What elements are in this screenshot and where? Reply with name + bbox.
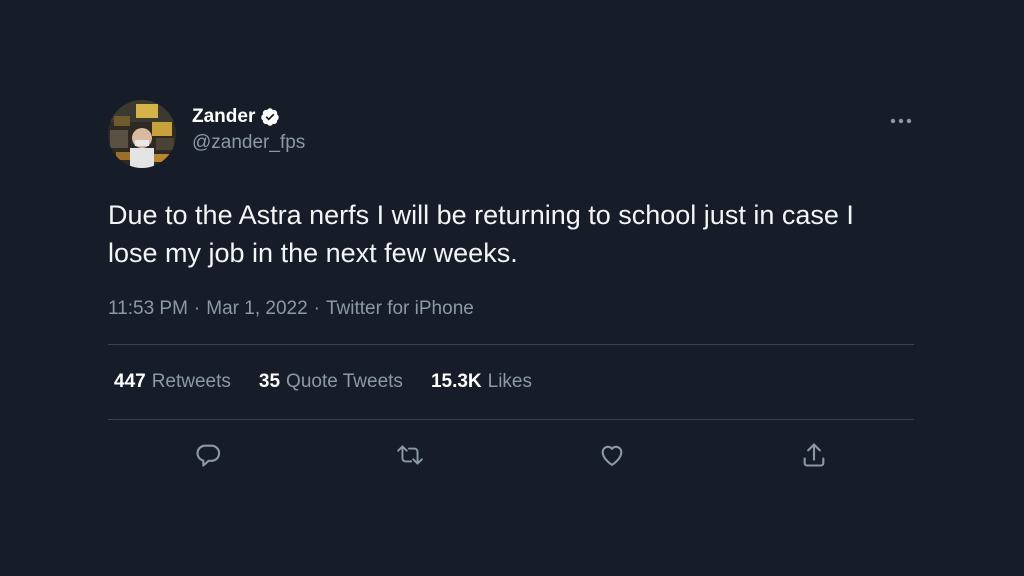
reply-button[interactable] bbox=[194, 441, 222, 469]
like-icon bbox=[601, 445, 623, 466]
display-name-row: Zander bbox=[192, 106, 305, 128]
tweet-stats: 447 Retweets 35 Quote Tweets 15.3K Likes bbox=[108, 345, 914, 419]
author-names: Zander @zander_fps bbox=[192, 106, 305, 154]
author-handle[interactable]: @zander_fps bbox=[192, 132, 305, 154]
retweets-count: 447 bbox=[114, 371, 146, 392]
tweet-header: Zander @zander_fps bbox=[108, 100, 914, 168]
like-button[interactable] bbox=[598, 441, 626, 469]
share-button[interactable] bbox=[800, 441, 828, 469]
quotes-label: Quote Tweets bbox=[286, 371, 403, 392]
display-name[interactable]: Zander bbox=[192, 106, 255, 128]
reply-icon bbox=[196, 444, 221, 467]
tweet-time[interactable]: 11:53 PM bbox=[108, 298, 188, 320]
quotes-count: 35 bbox=[258, 371, 281, 392]
avatar[interactable] bbox=[108, 100, 176, 168]
share-icon bbox=[803, 443, 825, 467]
tweet-date[interactable]: Mar 1, 2022 bbox=[206, 298, 307, 320]
retweet-button[interactable] bbox=[396, 441, 424, 469]
tweet-source[interactable]: Twitter for iPhone bbox=[326, 298, 474, 320]
likes-count: 15.3K bbox=[430, 371, 482, 392]
tweet-card: Zander @zander_fps Due to the Astra nerf… bbox=[108, 100, 914, 490]
retweets-label: Retweets bbox=[151, 371, 231, 392]
quote-tweets-stat[interactable]: 35 Quote Tweets bbox=[259, 371, 403, 393]
meta-separator: · bbox=[193, 298, 201, 319]
more-options-button[interactable] bbox=[888, 108, 914, 134]
tweet-meta: 11:53 PM · Mar 1, 2022 · Twitter for iPh… bbox=[108, 298, 914, 320]
verified-badge-icon bbox=[260, 107, 280, 127]
tweet-text: Due to the Astra nerfs I will be returni… bbox=[108, 200, 854, 268]
tweet-actions bbox=[108, 420, 914, 490]
meta-separator: · bbox=[313, 298, 320, 319]
retweets-stat[interactable]: 447 Retweets bbox=[114, 371, 231, 393]
retweet-icon bbox=[397, 445, 423, 465]
more-icon bbox=[890, 118, 912, 124]
likes-stat[interactable]: 15.3K Likes bbox=[431, 371, 532, 393]
likes-label: Likes bbox=[487, 371, 532, 392]
